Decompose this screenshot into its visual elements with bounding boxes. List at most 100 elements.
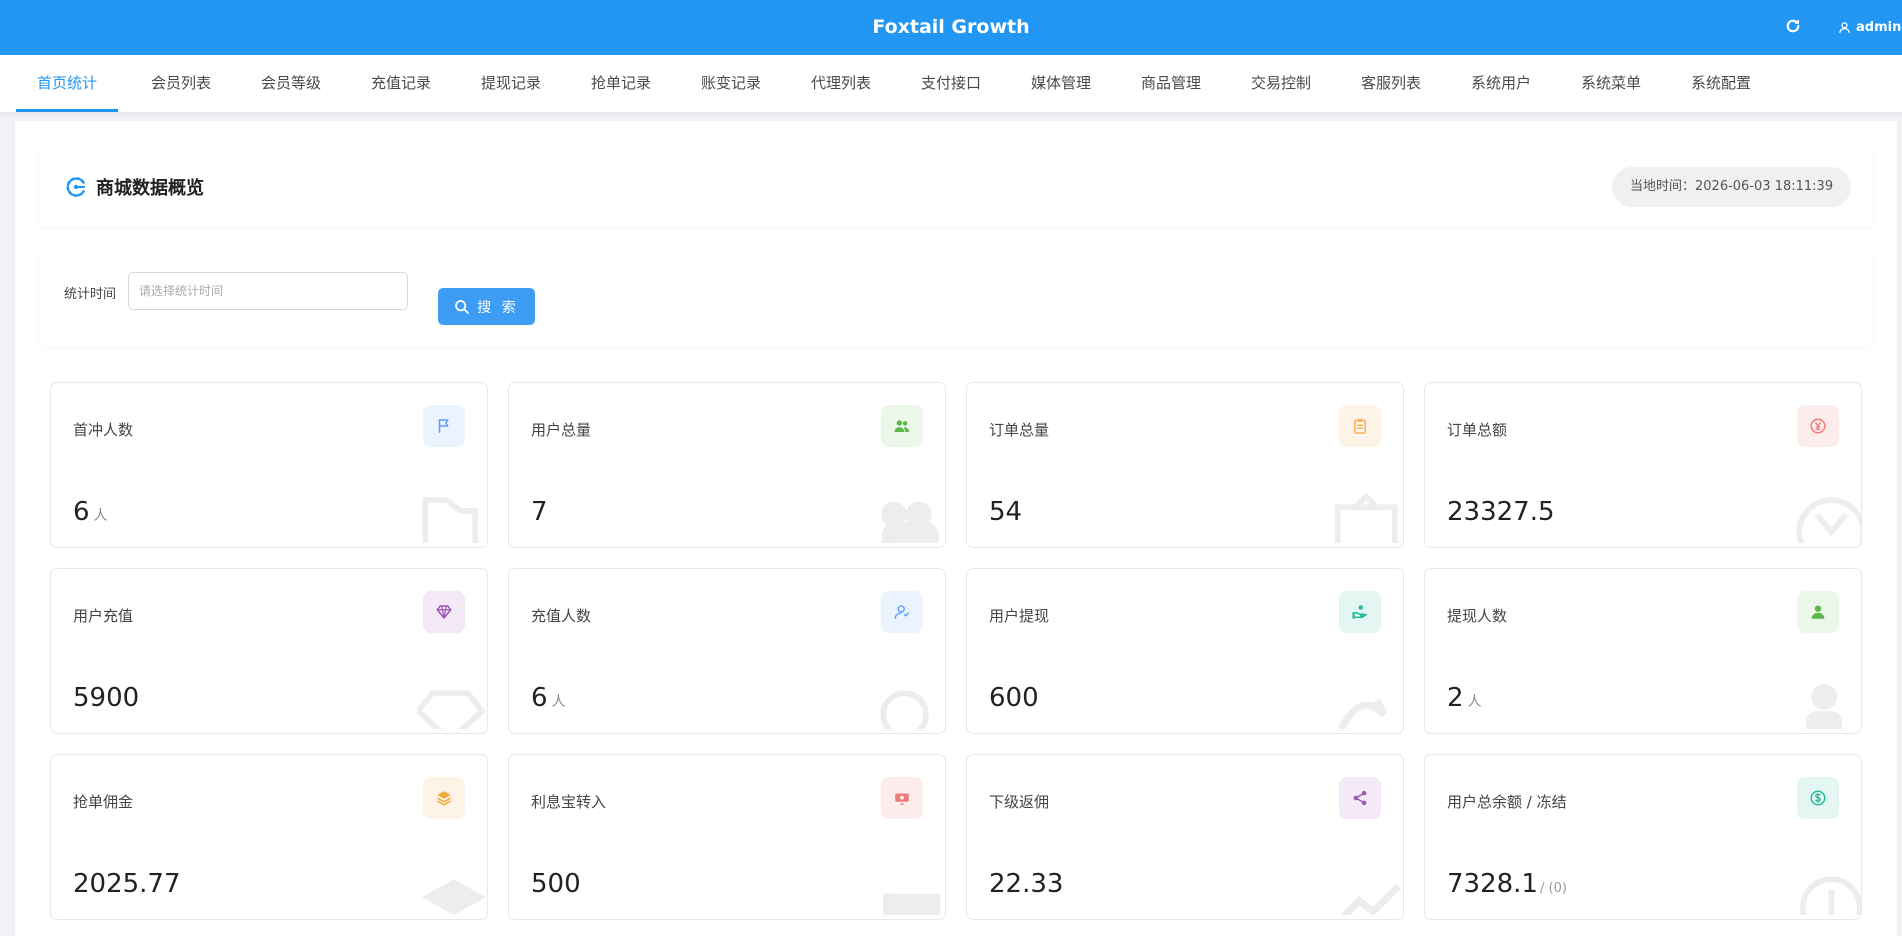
card-watermark-icon [417,493,487,547]
stat-card[interactable]: 下级返佣 22.33 [966,754,1404,920]
stat-card-title: 用户提现 [989,607,1050,625]
stat-card[interactable]: 充值人数 6 人 [508,568,946,734]
stat-time-input[interactable] [128,272,408,310]
refresh-icon[interactable] [1784,17,1804,37]
app-title: Foxtail Growth [872,16,1030,38]
stat-card-title: 充值人数 [531,607,592,625]
top-bar: Foxtail Growth admin [0,0,1902,55]
nav-item[interactable]: 支付接口 [900,55,1002,112]
local-time-value: 2026-06-03 18:11:39 [1695,179,1834,194]
yen-icon [1797,405,1839,447]
stat-card-value-wrap: 54 [989,497,1022,527]
nav-item[interactable]: 系统菜单 [1560,55,1662,112]
stat-card-value: 2 [1447,683,1464,713]
stat-card[interactable]: 订单总额 23327.5 [1424,382,1862,548]
card-watermark-icon [417,865,487,919]
dashboard-icon [64,175,88,203]
card-watermark-icon [1791,865,1861,919]
filter-panel: 统计时间 搜 索 [40,252,1872,346]
card-watermark-icon [1333,679,1403,733]
stat-card-value-wrap: 2025.77 [73,869,181,899]
stat-card[interactable]: 首冲人数 6 人 [50,382,488,548]
local-time-badge: 当地时间：2026-06-03 18:11:39 [1612,167,1852,207]
stat-card[interactable]: 提现人数 2 人 [1424,568,1862,734]
card-watermark-icon [1791,493,1861,547]
nav-item[interactable]: 商品管理 [1120,55,1222,112]
nav-item[interactable]: 首页统计 [16,55,118,112]
main-nav: 首页统计 会员列表 会员等级 充值记录 提现记录 抢单记录 账变记录 代理列表 支付接口 媒体管理… [0,55,1902,112]
stat-card-value-wrap: 6人 [73,497,108,527]
stat-card-value: 22.33 [989,869,1064,899]
stat-card[interactable]: 用户充值 5900 [50,568,488,734]
stat-card-unit: 人 [93,508,108,524]
user-menu[interactable]: admin [1838,17,1901,37]
nav-item[interactable]: 充值记录 [350,55,452,112]
search-button[interactable]: 搜 索 [438,288,535,325]
stat-card[interactable]: 用户总量 7 [508,382,946,548]
nav-item[interactable]: 系统用户 [1450,55,1552,112]
nav-item[interactable]: 客服列表 [1340,55,1442,112]
stat-card-value-wrap: 7 [531,497,548,527]
stat-card[interactable]: 订单总量 54 [966,382,1404,548]
local-time-label: 当地时间： [1630,179,1696,194]
clipboard-icon [1339,405,1381,447]
stat-card-value-wrap: 500 [531,869,581,899]
stat-card-value: 500 [531,869,581,899]
nav-item[interactable]: 交易控制 [1230,55,1332,112]
card-watermark-icon [875,679,945,733]
stat-card-title: 用户总量 [531,421,592,439]
stat-card[interactable]: 用户提现 600 [966,568,1404,734]
card-watermark-icon [1791,679,1861,733]
user-icon [1839,21,1850,33]
stat-card-value: 7328.1 [1447,869,1538,899]
stat-card-value: 5900 [73,683,140,713]
stat-card[interactable]: 用户总余额 / 冻结 7328.1/ (0) [1424,754,1862,920]
stat-card-title: 下级返佣 [989,793,1050,811]
diamond-icon [423,591,465,633]
money-icon [881,777,923,819]
stat-card-value: 54 [989,497,1023,527]
user-icon [1797,591,1839,633]
card-watermark-icon [875,493,945,547]
card-watermark-icon [875,865,945,919]
nav-item[interactable]: 抢单记录 [570,55,672,112]
stat-card-value-wrap: 600 [989,683,1039,713]
card-watermark-icon [1333,492,1403,547]
nav-item[interactable]: 媒体管理 [1010,55,1112,112]
stat-card-value-wrap: 7328.1/ (0) [1447,869,1567,899]
nav-item[interactable]: 会员列表 [130,55,232,112]
dollar-circle-icon [1797,777,1839,819]
overview-panel: 商城数据概览 当地时间：2026-06-03 18:11:39 [40,145,1872,227]
layers-icon [423,777,465,819]
stat-card[interactable]: 利息宝转入 500 [508,754,946,920]
stat-card-value-wrap: 5900 [73,683,139,713]
page-title: 商城数据概览 [96,178,204,199]
stat-card-unit: 人 [551,694,566,710]
card-watermark-icon [414,679,487,733]
nav-item[interactable]: 账变记录 [680,55,782,112]
stat-card-value-wrap: 23327.5 [1447,497,1555,527]
stat-card-value: 6 [531,683,548,713]
nav-item[interactable]: 会员等级 [240,55,342,112]
nav-item[interactable]: 代理列表 [790,55,892,112]
card-watermark-icon [1333,865,1403,919]
flag-icon [423,405,465,447]
stat-card-title: 订单总额 [1447,421,1508,439]
stat-card-value: 600 [989,683,1039,713]
stat-card-title: 首冲人数 [73,421,134,439]
nav-item[interactable]: 系统配置 [1670,55,1772,112]
stat-card-title: 抢单佣金 [73,793,134,811]
share-icon [1339,777,1381,819]
search-icon [455,299,470,314]
user-outline-icon [881,591,923,633]
stat-card-unit: 人 [1467,694,1482,710]
stat-card[interactable]: 抢单佣金 2025.77 [50,754,488,920]
stat-card-value-wrap: 6人 [531,683,566,713]
stat-card-title: 用户总余额 / 冻结 [1447,793,1567,811]
stat-time-label: 统计时间 [64,287,117,302]
nav-item[interactable]: 提现记录 [460,55,562,112]
stat-card-value: 7 [531,497,548,527]
stat-card-value-wrap: 2人 [1447,683,1482,713]
hand-coin-icon [1339,591,1381,633]
stat-card-value: 23327.5 [1447,497,1555,527]
